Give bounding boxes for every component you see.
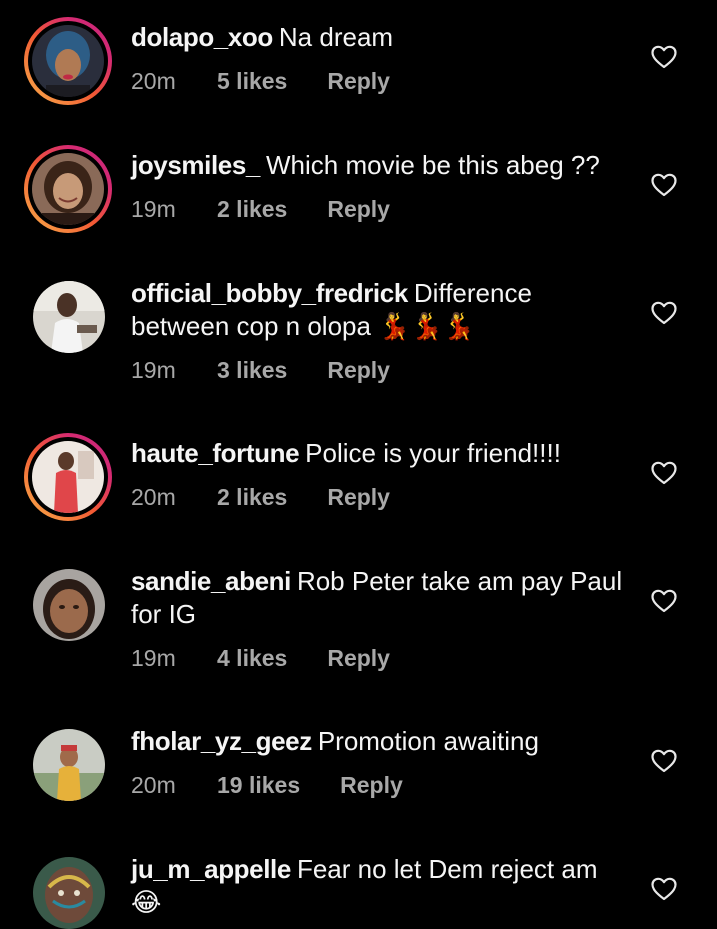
comment-likes-count[interactable]: 2 likes	[217, 195, 287, 223]
comment-body: Police is your friend!!!!	[305, 438, 561, 468]
reply-button[interactable]: Reply	[327, 356, 390, 384]
reply-button[interactable]: Reply	[340, 771, 403, 799]
avatar-photo	[33, 857, 105, 929]
comment-time: 19m	[131, 645, 176, 671]
comment-meta: 20m 19 likes Reply	[131, 771, 403, 799]
comment-username[interactable]: official_bobby_fredrick	[131, 278, 408, 308]
heart-outline-icon[interactable]	[651, 173, 677, 197]
heart-outline-icon[interactable]	[651, 589, 677, 613]
reply-button[interactable]: Reply	[327, 67, 390, 95]
comment-username[interactable]: ju_m_appelle	[131, 854, 291, 884]
comment-text: fholar_yz_geez Promotion awaiting	[131, 725, 631, 758]
comment-meta: 20m 2 likes Reply	[131, 483, 390, 511]
avatar-photo	[33, 569, 105, 641]
comment-likes-count[interactable]: 5 likes	[217, 67, 287, 95]
avatar-photo	[32, 153, 104, 225]
avatar[interactable]	[33, 729, 105, 801]
comment-likes-count[interactable]: 4 likes	[217, 644, 287, 672]
comment-likes-count[interactable]: 3 likes	[217, 356, 287, 384]
comment-time: 19m	[131, 357, 176, 383]
avatar-photo	[32, 441, 104, 513]
comment-body: Promotion awaiting	[317, 726, 539, 756]
heart-outline-icon[interactable]	[651, 749, 677, 773]
avatar[interactable]	[24, 145, 112, 233]
comment-text: ju_m_appelle Fear no let Dem reject am 😂	[131, 853, 631, 919]
comment-text: dolapo_xoo Na dream	[131, 21, 631, 54]
avatar-photo	[32, 25, 104, 97]
comment-username[interactable]: joysmiles_	[131, 150, 260, 180]
heart-outline-icon[interactable]	[651, 45, 677, 69]
comment-meta: 19m 3 likes Reply	[131, 356, 390, 384]
avatar[interactable]	[33, 857, 105, 929]
comment-time: 20m	[131, 772, 176, 798]
avatar[interactable]	[24, 433, 112, 521]
reply-button[interactable]: Reply	[327, 195, 390, 223]
avatar-photo	[33, 729, 105, 801]
reply-button[interactable]: Reply	[327, 644, 390, 672]
comment-username[interactable]: dolapo_xoo	[131, 22, 273, 52]
heart-outline-icon[interactable]	[651, 877, 677, 901]
comment-time: 20m	[131, 484, 176, 510]
comment-likes-count[interactable]: 19 likes	[217, 771, 300, 799]
comment-text: official_bobby_fredrick Difference betwee…	[131, 277, 631, 343]
comment-text: haute_fortune Police is your friend!!!!	[131, 437, 631, 470]
comment-meta: 19m 2 likes Reply	[131, 195, 390, 223]
avatar-photo	[33, 281, 105, 353]
avatar[interactable]	[33, 281, 105, 353]
heart-outline-icon[interactable]	[651, 301, 677, 325]
comment-meta: 20m 5 likes Reply	[131, 67, 390, 95]
comment-body: Which movie be this abeg ??	[265, 150, 600, 180]
heart-outline-icon[interactable]	[651, 461, 677, 485]
comment-text: sandie_abeni Rob Peter take am pay Paul f…	[131, 565, 631, 631]
comment-likes-count[interactable]: 2 likes	[217, 483, 287, 511]
comment-username[interactable]: haute_fortune	[131, 438, 300, 468]
avatar[interactable]	[24, 17, 112, 105]
comment-username[interactable]: fholar_yz_geez	[131, 726, 312, 756]
comment-username[interactable]: sandie_abeni	[131, 566, 291, 596]
comment-body: Na dream	[278, 22, 394, 52]
comment-text: joysmiles_ Which movie be this abeg ??	[131, 149, 631, 182]
comment-meta: 19m 4 likes Reply	[131, 644, 390, 672]
comment-time: 19m	[131, 196, 176, 222]
reply-button[interactable]: Reply	[327, 483, 390, 511]
avatar[interactable]	[33, 569, 105, 641]
comment-time: 20m	[131, 68, 176, 94]
